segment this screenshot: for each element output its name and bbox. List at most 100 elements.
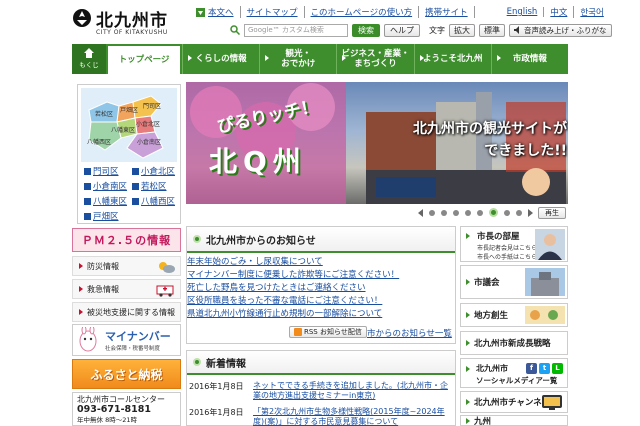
hero-logo-kitaq: 北Q州 <box>209 145 307 178</box>
city-council-link[interactable]: 市議会 <box>460 265 568 299</box>
text-large-button[interactable]: 拡大 <box>449 23 475 37</box>
map-label-yahatahigashi: 八幡東区 <box>111 126 135 134</box>
skip-to-content-link[interactable]: 本文へ <box>190 6 241 18</box>
logo-english: CITY OF KITAKYUSHU <box>96 29 168 36</box>
mobile-site-link[interactable]: 携帯サイト <box>419 6 475 18</box>
carousel-dot[interactable] <box>429 209 435 216</box>
growth-strategy-link[interactable]: 北九州市新成長戦略 <box>460 331 568 355</box>
rss-button[interactable]: RSS お知らせ配信 <box>289 326 367 338</box>
search-icon <box>230 25 240 35</box>
hero-carousel[interactable]: ぴるりッチ！ 北Q州 北九州市の観光サイトが できました!! <box>186 82 568 204</box>
mayor-letter-link[interactable]: 市長への手紙はこちら <box>477 252 537 261</box>
city-news-panel: 北九州市からのお知らせ 年末年始のごみ・し尿収集について マイナンバー制度に便乗… <box>186 226 456 344</box>
ward-link-kokuraminami[interactable]: 小倉南区 <box>84 180 132 192</box>
ward-link-wakamatsu[interactable]: 若松区 <box>132 180 180 192</box>
regional-revitalization-link[interactable]: 地方創生 <box>460 303 568 327</box>
english-link[interactable]: English <box>501 7 545 17</box>
news-item[interactable]: 年末年始のごみ・し尿収集について <box>187 256 455 269</box>
carousel-prev-icon[interactable] <box>418 208 423 217</box>
city-news-list: 年末年始のごみ・し尿収集について マイナンバー制度に便乗した詐欺等にご注意くださ… <box>187 253 455 321</box>
site-header: 北九州市 CITY OF KITAKYUSHU 本文へ サイトマップ このホーム… <box>0 0 640 44</box>
emergency-info-link[interactable]: 救急情報 <box>72 279 181 299</box>
read-aloud-button[interactable]: 音声読み上げ・ふりがな <box>509 23 612 37</box>
news-item[interactable]: 死亡した野鳥を見つけたときはご連絡ください <box>187 282 455 295</box>
news-item[interactable]: 区役所職員を装った不審な電話にご注意ください！ <box>187 295 455 308</box>
whats-new-row: 2016年1月8日 「第2次北九州市生物多様性戦略(2015年度~2024年度)… <box>187 407 455 426</box>
home-icon <box>84 48 94 58</box>
site-logo[interactable]: 北九州市 CITY OF KITAKYUSHU <box>72 6 182 40</box>
mynumber-banner[interactable]: マイナンバー 社会保障・税番号制度 <box>72 324 181 356</box>
map-label-yahatanishi: 八幡西区 <box>87 138 111 146</box>
search-bar: Google™ カスタム検索 検索 ヘルプ 文字 拡大 標準 音声読み上げ・ふり… <box>230 22 635 38</box>
carousel-dot[interactable] <box>477 209 483 216</box>
line-icon[interactable]: L <box>552 363 563 374</box>
tv-icon <box>542 395 562 410</box>
carousel-play-button[interactable]: 再生 <box>538 207 566 219</box>
facebook-icon[interactable]: f <box>526 363 537 374</box>
mayor-room-link[interactable]: 市長の部屋 市長記者会見はこちら 市長への手紙はこちら <box>460 226 568 262</box>
nav-sightseeing[interactable]: 観光・ おでかけ <box>259 44 336 74</box>
map-label-wakamatsu: 若松区 <box>95 110 113 118</box>
ward-link-kokurakita[interactable]: 小倉北区 <box>132 165 180 177</box>
search-button[interactable]: 検索 <box>352 23 380 37</box>
nav-welcome[interactable]: ようこそ北九州 <box>413 44 491 74</box>
ward-link-yahatanishi[interactable]: 八幡西区 <box>132 195 180 207</box>
disaster-support-link[interactable]: 被災地支援に関する情報 <box>72 302 181 322</box>
kyushu-link[interactable]: 九州 <box>460 415 568 426</box>
whats-new-link[interactable]: 「第2次北九州市生物多様性戦略(2015年度~2024年度)(案)」に対する市民… <box>253 407 451 426</box>
ward-link-yahatahigashi[interactable]: 八幡東区 <box>84 195 132 207</box>
news-item[interactable]: 県道北九州小竹線通行止め規制の一部解除について <box>187 308 455 321</box>
carousel-indicators <box>418 208 533 217</box>
ward-map[interactable]: 若松区 戸畑区 門司区 小倉北区 八幡東区 八幡西区 小倉南区 <box>81 88 177 162</box>
nav-top-page[interactable]: トップページ <box>106 44 182 74</box>
korean-link[interactable]: 한국어 <box>574 6 609 18</box>
ward-links: 門司区 小倉北区 小倉南区 若松区 八幡東区 八幡西区 戸畑区 <box>84 165 180 222</box>
carousel-dot-active[interactable] <box>489 208 498 217</box>
whats-new-panel: 新着情報 2016年1月8日 ネットでできる手続きを追加しました。(北九州市・企… <box>186 350 456 426</box>
news-list-link[interactable]: 市からのお知らせ一覧 <box>367 327 452 339</box>
carousel-dot[interactable] <box>453 209 459 216</box>
furusato-tax-banner[interactable]: ふるさと納税 <box>72 359 181 389</box>
twitter-icon[interactable]: t <box>539 363 550 374</box>
hero-caption: 北九州市の観光サイトが できました!! <box>413 121 567 159</box>
carousel-dot[interactable] <box>441 209 447 216</box>
rss-icon <box>294 328 302 336</box>
city-news-header: 北九州市からのお知らせ <box>187 227 455 253</box>
carousel-next-icon[interactable] <box>528 208 533 217</box>
sitemap-link[interactable]: サイトマップ <box>241 6 305 18</box>
map-label-kokurakita: 小倉北区 <box>136 120 160 128</box>
news-item[interactable]: マイナンバー制度に便乗した詐欺等にご注意ください！ <box>187 269 455 282</box>
pm25-info-button[interactable]: ＰＭ２.５の情報 <box>72 228 181 252</box>
mynumber-subtitle: 社会保障・税番号制度 <box>105 346 161 352</box>
ward-link-moji[interactable]: 門司区 <box>84 165 132 177</box>
ambulance-icon <box>156 285 174 297</box>
nav-menu-button[interactable]: もくじ <box>72 44 106 74</box>
bullet-icon <box>193 358 201 366</box>
speaker-icon <box>514 26 519 34</box>
text-size-label: 文字 <box>429 25 445 35</box>
nav-living-info[interactable]: くらしの情報 <box>182 44 259 74</box>
logo-name: 北九州市 <box>96 11 168 31</box>
chinese-link[interactable]: 中文 <box>544 6 575 18</box>
search-input[interactable]: Google™ カスタム検索 <box>244 23 348 37</box>
social-media-link[interactable]: 北九州市 ソーシャルメディアー覧 f t L <box>460 358 568 388</box>
whats-new-link[interactable]: ネットでできる手続きを追加しました。(北九州市・企業の地方進出支援セミナーin東… <box>253 381 451 401</box>
whats-new-date: 2016年1月8日 <box>189 408 244 417</box>
whats-new-row: 2016年1月8日 ネットでできる手続きを追加しました。(北九州市・企業の地方進… <box>187 381 455 401</box>
ward-link-tobata[interactable]: 戸畑区 <box>84 210 132 222</box>
mynumber-mascot-icon <box>79 327 97 352</box>
carousel-dot[interactable] <box>516 209 522 216</box>
nav-business[interactable]: ビジネス・産業・ まちづくり <box>336 44 413 74</box>
carousel-dot[interactable] <box>504 209 510 216</box>
how-to-use-link[interactable]: このホームページの使い方 <box>305 6 420 18</box>
mayor-press-link[interactable]: 市長記者会見はこちら <box>477 243 537 252</box>
kitakyushu-channel-link[interactable]: 北九州市チャンネル <box>460 391 568 413</box>
whats-new-header: 新着情報 <box>187 351 455 375</box>
call-center-box: 北九州市コールセンター 093-671-8181 年中無休 8時～21時 <box>72 392 181 426</box>
nav-city-admin[interactable]: 市政情報 <box>490 44 568 74</box>
carousel-dot[interactable] <box>465 209 471 216</box>
disaster-info-link[interactable]: 防災情報 <box>72 256 181 276</box>
help-button[interactable]: ヘルプ <box>384 23 420 37</box>
map-label-tobata: 戸畑区 <box>120 106 138 114</box>
text-normal-button[interactable]: 標準 <box>479 23 505 37</box>
